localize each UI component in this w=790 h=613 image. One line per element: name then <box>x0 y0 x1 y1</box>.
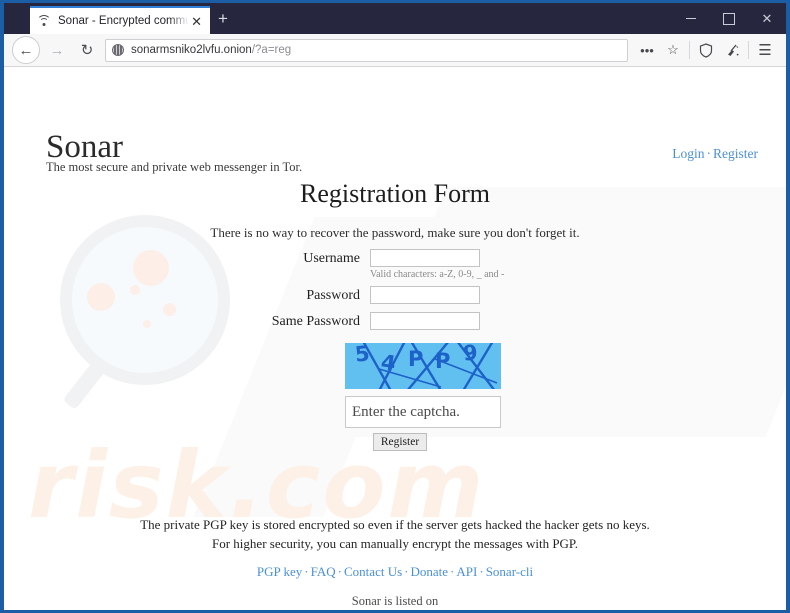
footer-link-api[interactable]: API <box>456 564 477 579</box>
captcha-char-5: 9 <box>462 343 479 366</box>
page-title: Registration Form <box>300 179 490 208</box>
footer-link-pgp-key[interactable]: PGP key <box>257 564 302 579</box>
nav-register-link[interactable]: Register <box>713 146 758 161</box>
footer-links: PGP key · FAQ · Contact Us · Donate · API · Sonar-… <box>4 564 786 580</box>
address-bar[interactable]: sonarmsniko2lvfu.onion/?a=reg <box>105 38 628 62</box>
browser-tab[interactable]: Sonar - Encrypted communicat ✕ <box>30 6 210 34</box>
bookmark-star-icon[interactable]: ☆ <box>660 37 686 63</box>
window-frame: Sonar - Encrypted communicat ✕ + ✕ ← → ↻… <box>0 0 790 613</box>
pgp-note-line-2: For higher security, you can manually en… <box>212 536 578 551</box>
footer-sep-2: · <box>337 564 343 579</box>
captcha-input[interactable] <box>345 396 501 428</box>
captcha-char-3: P <box>408 347 424 371</box>
url-host: sonarmsniko2lvfu.onion <box>131 44 252 56</box>
captcha-image: 5 4 P P 9 <box>345 343 501 389</box>
listed-on-text: Sonar is listed on <box>351 594 439 608</box>
captcha-char-1: 5 <box>353 343 371 367</box>
listed-on-section: Sonar is listed on Dark Eye·Raptor <box>4 592 786 609</box>
same-password-input[interactable] <box>370 312 480 330</box>
footer-sep-1: · <box>304 564 309 579</box>
forward-button[interactable]: → <box>43 36 71 64</box>
page-actions-icon[interactable]: ••• <box>634 37 660 63</box>
username-label: Username <box>303 251 360 266</box>
close-window-button[interactable]: ✕ <box>748 3 786 34</box>
form-row-password: Password <box>4 286 786 305</box>
footer-link-sonar-cli[interactable]: Sonar-cli <box>486 564 533 579</box>
captcha-char-2: 4 <box>379 350 398 376</box>
toolbar-divider-2 <box>748 41 749 59</box>
minimize-button[interactable] <box>672 3 710 34</box>
tab-close-icon[interactable]: ✕ <box>189 15 204 28</box>
nav-separator: · <box>706 146 712 161</box>
back-button[interactable]: ← <box>12 36 40 64</box>
url-path: /?a=reg <box>251 44 292 56</box>
pgp-note-line-1: The private PGP key is stored encrypted … <box>140 517 650 532</box>
footer-sep-5: · <box>479 564 484 579</box>
toolbar-divider <box>689 41 690 59</box>
browser-titlebar: Sonar - Encrypted communicat ✕ + ✕ <box>4 3 786 34</box>
maximize-button[interactable] <box>710 3 748 34</box>
registration-form: Username Valid characters: a-Z, 0-9, _ a… <box>4 249 786 336</box>
browser-window: Sonar - Encrypted communicat ✕ + ✕ ← → ↻… <box>4 3 786 610</box>
captcha-characters: 5 4 P P 9 <box>345 343 501 389</box>
form-row-same-password: Same Password <box>4 312 786 331</box>
hamburger-menu-icon[interactable]: ☰ <box>752 37 778 63</box>
top-navigation: Login · Register <box>672 146 758 162</box>
form-row-username: Username Valid characters: a-Z, 0-9, _ a… <box>4 249 786 280</box>
same-password-label: Same Password <box>271 314 360 329</box>
window-controls: ✕ <box>672 3 786 34</box>
broom-icon[interactable] <box>719 37 745 63</box>
footer-link-donate[interactable]: Donate <box>411 564 449 579</box>
captcha-char-4: P <box>435 349 451 373</box>
username-input[interactable] <box>370 249 480 267</box>
url-text: sonarmsniko2lvfu.onion/?a=reg <box>131 44 291 56</box>
tab-title: Sonar - Encrypted communicat <box>58 15 190 27</box>
password-label: Password <box>306 288 360 303</box>
password-recovery-notice: There is no way to recover the password,… <box>210 225 580 240</box>
onion-site-icon <box>112 44 124 56</box>
captcha-block: 5 4 P P 9 <box>345 343 501 428</box>
page-viewport: risk.com Sonar The most secure and priva… <box>4 67 786 609</box>
footer-link-contact-us[interactable]: Contact Us <box>344 564 402 579</box>
shield-icon[interactable] <box>693 37 719 63</box>
username-hint: Valid characters: a-Z, 0-9, _ and - <box>370 269 505 280</box>
new-tab-button[interactable]: + <box>218 10 228 27</box>
browser-navbar: ← → ↻ sonarmsniko2lvfu.onion/?a=reg ••• … <box>4 34 786 67</box>
password-input[interactable] <box>370 286 480 304</box>
sonar-wifi-icon <box>36 14 52 28</box>
footer-sep-3: · <box>404 564 409 579</box>
nav-login-link[interactable]: Login <box>672 146 704 161</box>
site-tagline: The most secure and private web messenge… <box>46 160 303 174</box>
pgp-note: The private PGP key is stored encrypted … <box>4 515 786 553</box>
footer-link-faq[interactable]: FAQ <box>311 564 336 579</box>
register-submit-button[interactable]: Register <box>373 433 427 451</box>
reload-button[interactable]: ↻ <box>73 36 101 64</box>
